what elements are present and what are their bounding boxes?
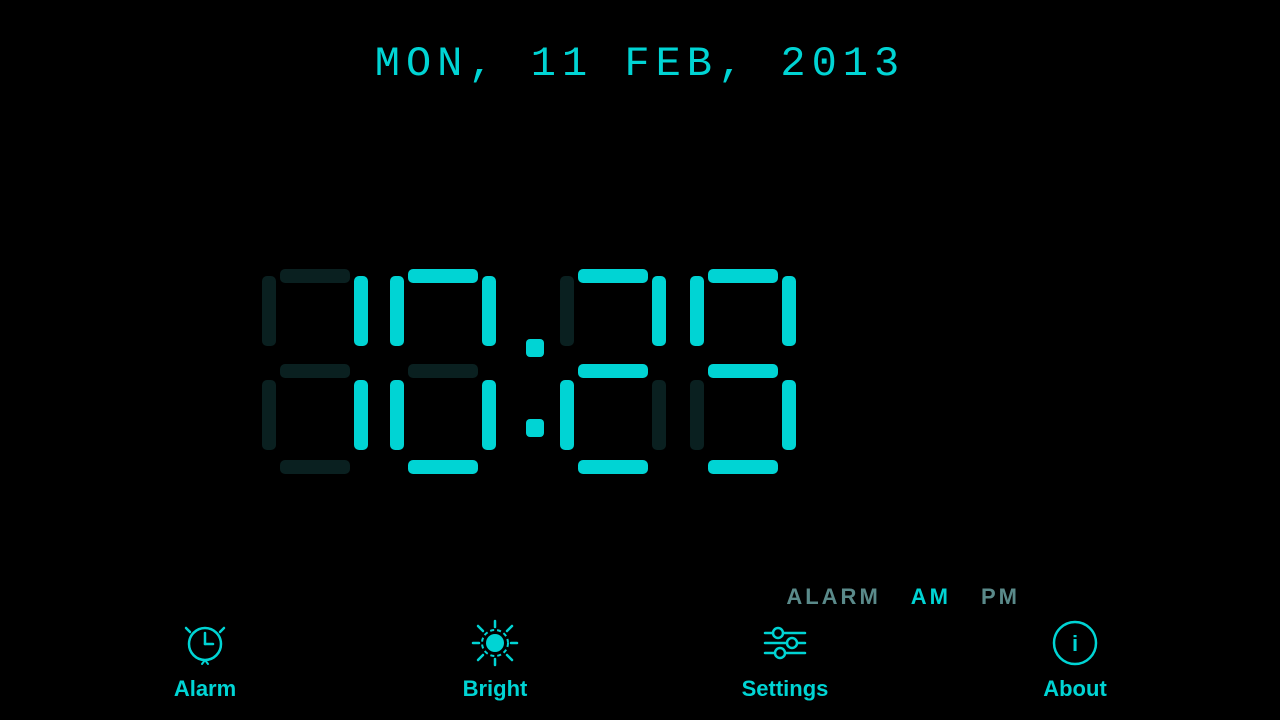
nav-settings[interactable]: Settings xyxy=(695,618,875,702)
settings-label: Settings xyxy=(742,676,829,702)
nav-about[interactable]: i About xyxy=(985,618,1165,702)
about-label: About xyxy=(1043,676,1107,702)
alarm-label: Alarm xyxy=(174,676,236,702)
svg-text:i: i xyxy=(1072,631,1078,656)
bottom-navigation: Alarm Bright Settin xyxy=(0,600,1280,720)
bright-label: Bright xyxy=(463,676,528,702)
settings-icon xyxy=(760,618,810,668)
nav-alarm[interactable]: Alarm xyxy=(115,618,295,702)
bright-icon xyxy=(470,618,520,668)
clock-svg xyxy=(250,264,1030,524)
clock-digits xyxy=(250,264,1030,524)
nav-bright[interactable]: Bright xyxy=(405,618,585,702)
alarm-icon xyxy=(180,618,230,668)
about-icon: i xyxy=(1050,618,1100,668)
